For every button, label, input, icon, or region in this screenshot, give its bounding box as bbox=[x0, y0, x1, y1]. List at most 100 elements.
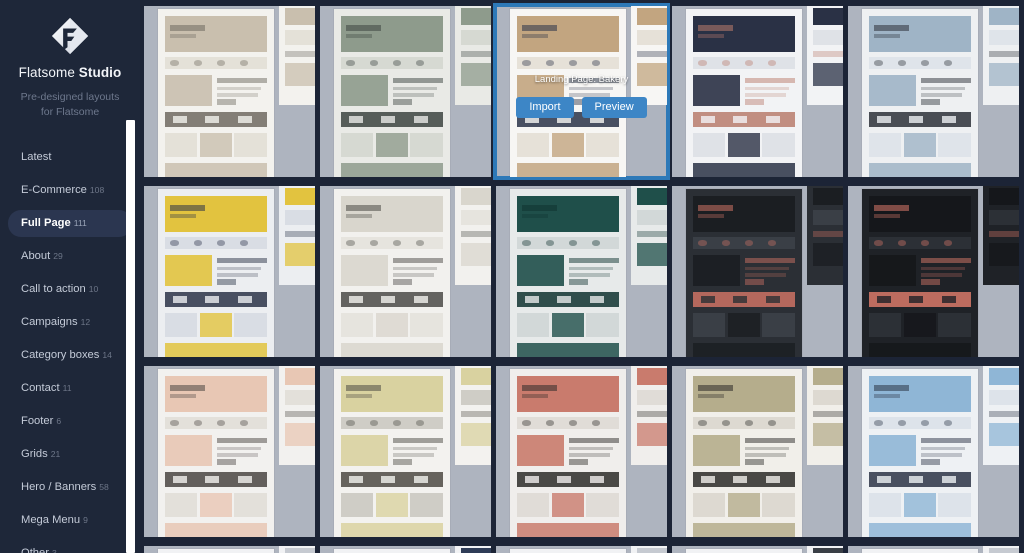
mockup-secondary-page bbox=[455, 546, 491, 553]
template-card-fit-club-gym[interactable] bbox=[848, 186, 1019, 357]
mockup-block bbox=[568, 446, 614, 451]
mockup-block bbox=[340, 434, 389, 467]
mockup-block bbox=[170, 60, 179, 66]
template-card-family-cooking-blog[interactable] bbox=[144, 366, 315, 537]
template-card-luxury-watches[interactable] bbox=[672, 366, 843, 537]
mockup-block bbox=[744, 78, 795, 84]
template-card-how-can-we-help-support[interactable] bbox=[672, 6, 843, 177]
mockup-block bbox=[164, 522, 267, 537]
mockup-block bbox=[516, 132, 550, 158]
mockup-block bbox=[285, 7, 315, 25]
sidebar-item-count: 111 bbox=[73, 218, 87, 229]
mockup-block bbox=[586, 312, 619, 338]
mockup-block bbox=[170, 385, 206, 391]
mockup-block bbox=[216, 60, 226, 66]
mockup-block bbox=[285, 231, 315, 238]
sidebar-item-contact[interactable]: Contact 11 bbox=[8, 375, 132, 402]
mockup-primary-page bbox=[685, 189, 802, 357]
mockup-block bbox=[551, 312, 585, 338]
mockup-block bbox=[461, 51, 491, 58]
sidebar-scrollbar-track[interactable] bbox=[126, 120, 135, 553]
sidebar-item-latest[interactable]: Latest bbox=[8, 144, 132, 171]
template-card-row4-partial-c[interactable] bbox=[496, 546, 667, 553]
sidebar-item-call-to-action[interactable]: Call to action 10 bbox=[8, 276, 132, 303]
mockup-block bbox=[897, 420, 906, 426]
mockup-block bbox=[340, 492, 374, 518]
mockup-block bbox=[346, 60, 355, 66]
sidebar-item-label: Grids bbox=[21, 448, 48, 461]
template-card-landing-page-bakery[interactable]: Landing Page: Bakery Import Preview bbox=[493, 3, 670, 180]
preview-button[interactable]: Preview bbox=[581, 96, 647, 118]
mockup-block bbox=[392, 86, 438, 91]
mockup-block bbox=[340, 162, 443, 177]
mockup-block bbox=[172, 115, 187, 123]
mockup-block bbox=[199, 312, 233, 338]
template-card-sale-interior-shop[interactable] bbox=[848, 6, 1019, 177]
mockup-block bbox=[909, 115, 924, 123]
sidebar-item-other[interactable]: Other3 bbox=[8, 540, 132, 553]
mockup-block bbox=[516, 236, 619, 250]
mockup-block bbox=[637, 209, 667, 225]
mockup-block bbox=[216, 453, 258, 457]
sidebar-item-about[interactable]: About 29 bbox=[8, 243, 132, 270]
sidebar-item-count: 21 bbox=[50, 449, 61, 460]
mockup-block bbox=[586, 132, 619, 158]
mockup-block bbox=[989, 422, 1019, 447]
mockup-block bbox=[234, 492, 267, 518]
mockup-block bbox=[557, 475, 572, 483]
sidebar-item-mega-menu[interactable]: Mega Menu 9 bbox=[8, 507, 132, 534]
template-card-wild-sustainable-delicious[interactable] bbox=[320, 6, 491, 177]
mockup-block bbox=[346, 205, 382, 211]
sidebar-item-grids[interactable]: Grids 21 bbox=[8, 441, 132, 468]
flatsome-diamond-logo-icon bbox=[0, 14, 140, 58]
mockup-block bbox=[733, 115, 748, 123]
template-card-row4-partial-d[interactable] bbox=[672, 546, 843, 553]
template-card-about-us-gym-coaches[interactable] bbox=[672, 186, 843, 357]
mockup-block bbox=[903, 492, 937, 518]
template-card-about-me-portfolio[interactable] bbox=[320, 186, 491, 357]
mockup-block bbox=[545, 240, 554, 246]
template-card-row4-partial-e[interactable] bbox=[848, 546, 1019, 553]
mockup-block bbox=[989, 389, 1019, 405]
mockup-block bbox=[721, 60, 730, 66]
mockup-block bbox=[698, 240, 707, 246]
template-card-photographer-portfolio[interactable] bbox=[496, 186, 667, 357]
mockup-block bbox=[375, 492, 409, 518]
template-card-row4-partial-a[interactable] bbox=[144, 546, 315, 553]
mockup-block bbox=[461, 62, 491, 87]
template-card-power-engineering[interactable] bbox=[144, 186, 315, 357]
mockup-block bbox=[205, 475, 220, 483]
template-card-row4-partial-b[interactable] bbox=[320, 546, 491, 553]
mockup-block bbox=[874, 394, 901, 398]
sidebar-item-full-page[interactable]: Full Page 111 bbox=[8, 210, 132, 238]
sidebar-item-footer[interactable]: Footer 6 bbox=[8, 408, 132, 435]
mockup-block bbox=[568, 266, 614, 271]
template-card-premium-certified-organic[interactable] bbox=[496, 366, 667, 537]
mockup-block bbox=[897, 240, 906, 246]
sidebar-item-campaigns[interactable]: Campaigns 12 bbox=[8, 309, 132, 336]
sidebar-item-label: Category boxes bbox=[21, 349, 100, 362]
mockup-block bbox=[392, 438, 443, 444]
template-card-wellness-clinic[interactable] bbox=[848, 366, 1019, 537]
sidebar-item-e-commerce[interactable]: E-Commerce 108 bbox=[8, 177, 132, 204]
mockup-primary-page bbox=[157, 369, 274, 537]
mockup-block bbox=[944, 240, 953, 246]
mockup-block bbox=[340, 132, 374, 158]
mockup-block bbox=[768, 60, 777, 66]
sidebar-item-hero-banners[interactable]: Hero / Banners 58 bbox=[8, 474, 132, 501]
mockup-block bbox=[592, 420, 601, 426]
mockup-block bbox=[692, 132, 726, 158]
mockup-block bbox=[285, 29, 315, 45]
template-card-outdoor-gear-landing[interactable] bbox=[144, 6, 315, 177]
sidebar-item-category-boxes[interactable]: Category boxes 14 bbox=[8, 342, 132, 369]
import-button[interactable]: Import bbox=[516, 96, 574, 118]
mockup-block bbox=[285, 411, 315, 418]
mockup-block bbox=[516, 162, 619, 177]
template-card-design-innovation-studio[interactable] bbox=[320, 366, 491, 537]
mockup-block bbox=[874, 240, 883, 246]
mockup-block bbox=[568, 459, 588, 465]
mockup-block bbox=[346, 34, 373, 38]
mockup-block bbox=[392, 279, 412, 285]
mockup-block bbox=[938, 492, 971, 518]
mockup-block bbox=[692, 74, 741, 107]
